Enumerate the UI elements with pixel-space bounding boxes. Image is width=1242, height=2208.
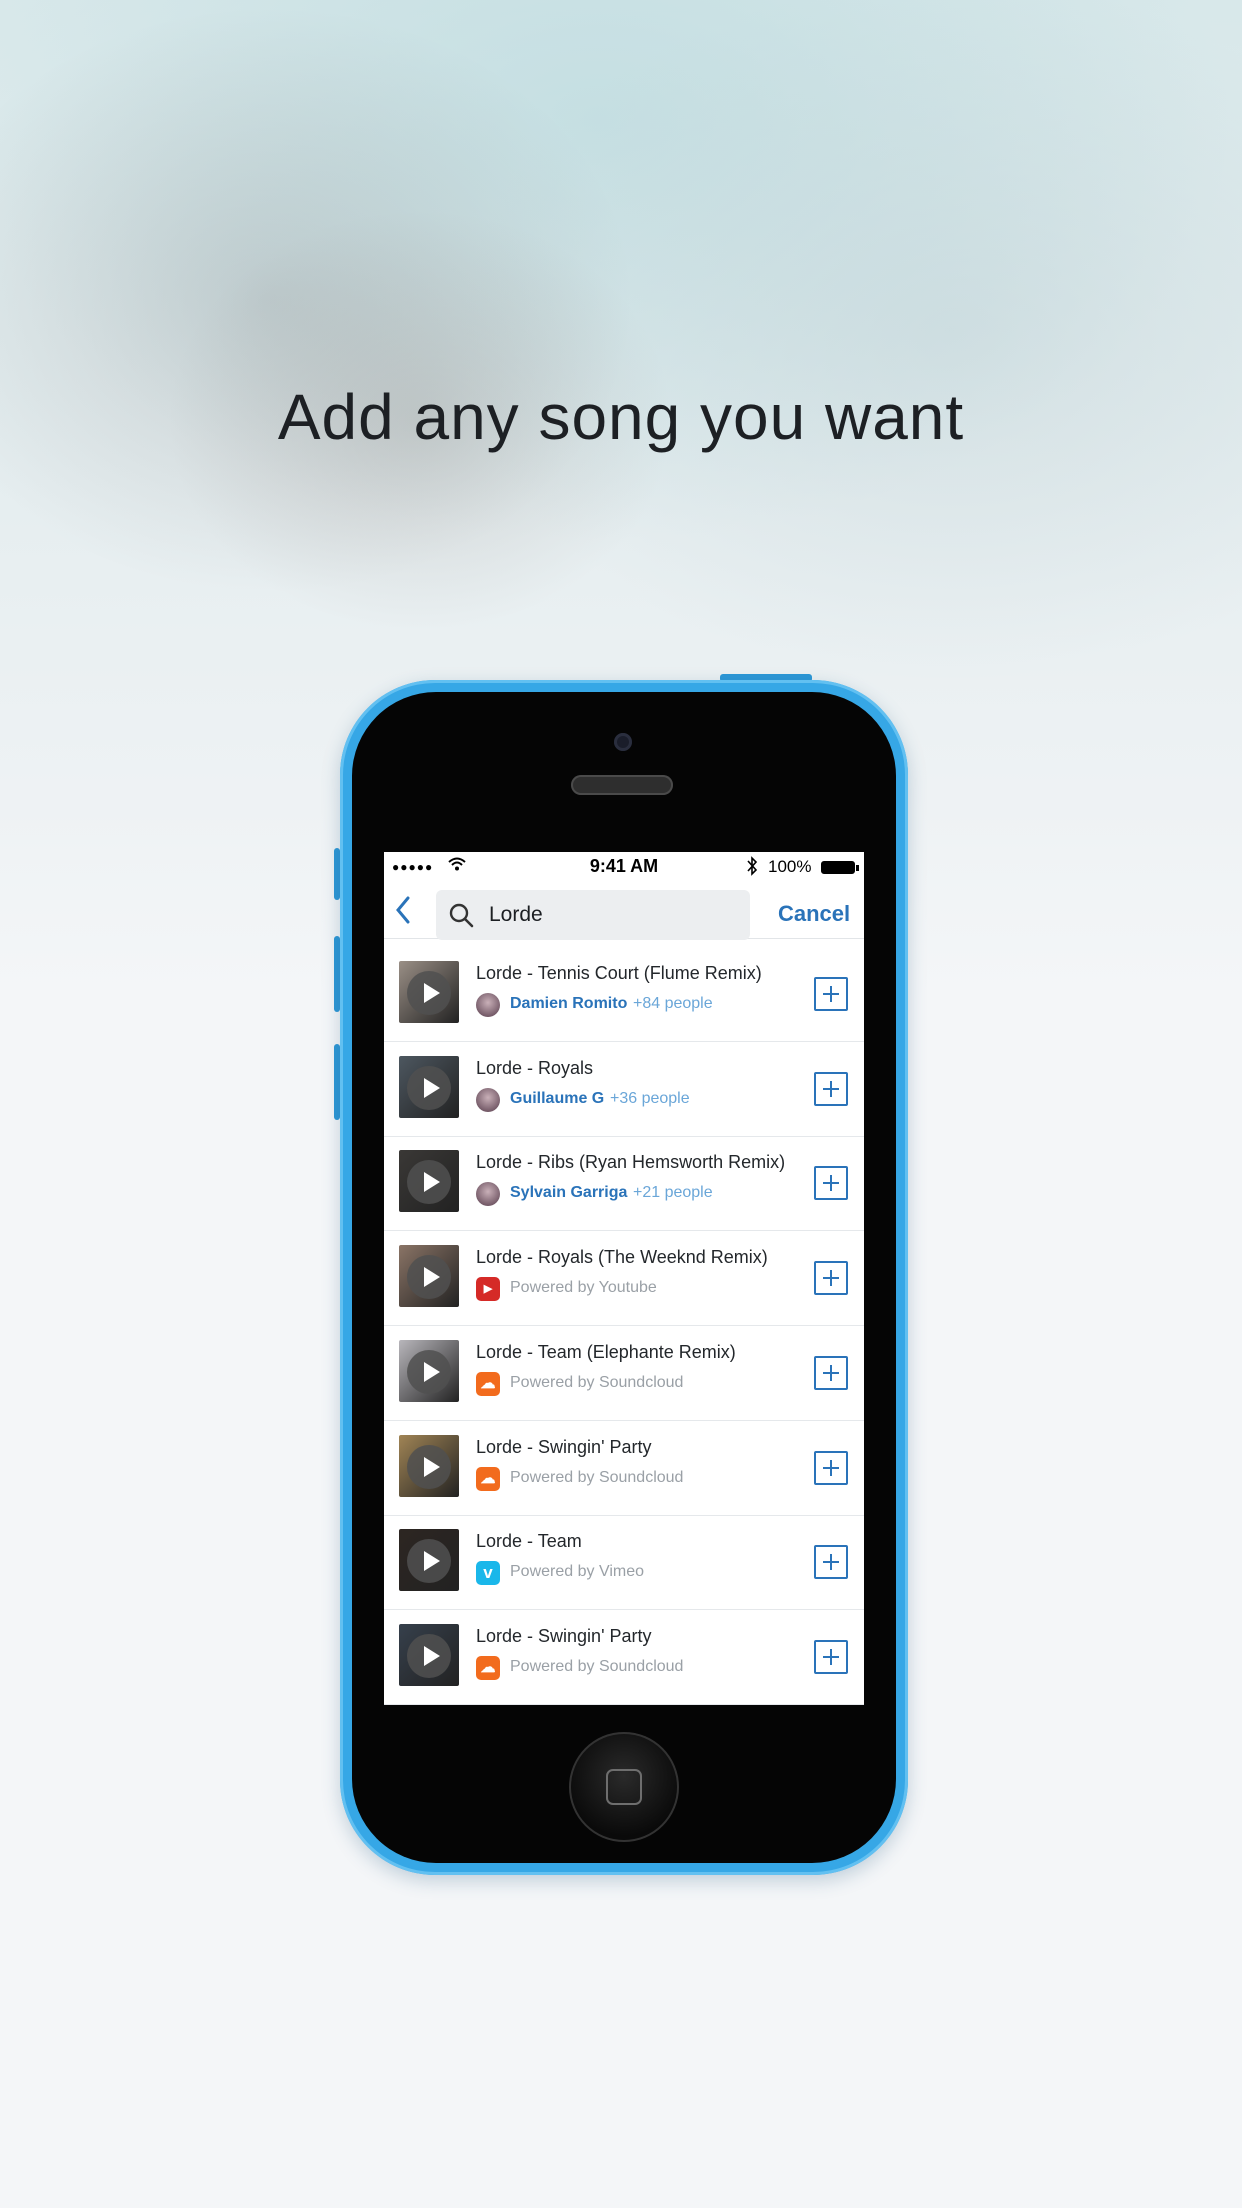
add-song-button[interactable] xyxy=(814,1355,848,1390)
add-song-button[interactable] xyxy=(814,1450,848,1485)
front-camera xyxy=(614,733,632,751)
list-item[interactable]: Lorde - Tennis Court (Flume Remix) Damien… xyxy=(384,947,864,1042)
play-triangle xyxy=(424,983,440,1003)
play-icon[interactable] xyxy=(407,1255,451,1300)
track-title: Lorde - Swingin' Party xyxy=(476,1436,652,1457)
track-title: Lorde - Team xyxy=(476,1531,582,1552)
list-item[interactable]: Lorde - Royals (The Weeknd Remix) ▶ Powere… xyxy=(384,1231,864,1327)
battery-tip xyxy=(856,865,859,871)
list-item[interactable]: Lorde - Swingin' Party ☁ Powered by Soundc… xyxy=(384,1610,864,1705)
people-count: +36 people xyxy=(610,1089,690,1107)
track-thumbnail xyxy=(399,1055,459,1118)
play-icon[interactable] xyxy=(407,1633,451,1678)
track-title: Lorde - Team (Elephante Remix) xyxy=(476,1341,736,1362)
add-song-button[interactable] xyxy=(814,1166,848,1201)
list-item[interactable]: Lorde - Team v Powered by Vimeo xyxy=(384,1515,864,1611)
play-icon[interactable] xyxy=(407,971,451,1015)
track-title: Lorde - Royals (The Weeknd Remix) xyxy=(476,1247,768,1268)
track-thumbnail xyxy=(399,961,459,1023)
battery-icon xyxy=(821,861,855,874)
user-name[interactable]: Sylvain Garriga xyxy=(510,1184,627,1202)
headline: Add any song you want xyxy=(277,381,965,453)
track-title: Lorde - Ribs (Ryan Hemsworth Remix) xyxy=(476,1152,786,1173)
user-avatar xyxy=(476,1087,500,1112)
cancel-button[interactable]: Cancel xyxy=(778,901,850,927)
play-triangle xyxy=(424,1077,440,1098)
soundcloud-icon: ☁ xyxy=(476,1371,500,1396)
play-triangle xyxy=(424,1172,440,1193)
soundcloud-icon: ☁ xyxy=(476,1655,500,1680)
track-thumbnail xyxy=(399,1339,459,1402)
play-triangle xyxy=(424,1361,440,1382)
play-triangle xyxy=(424,1551,440,1572)
track-title: Lorde - Royals xyxy=(476,1057,594,1078)
battery-percent: 100% xyxy=(768,857,812,876)
source-label: Powered by Vimeo xyxy=(510,1563,644,1581)
phone-screen: ●●●●● 9:41 AM 100% Lorde Cancel Lorde - … xyxy=(384,852,864,1705)
add-song-button[interactable] xyxy=(814,1071,848,1106)
list-item[interactable]: Lorde - Swingin' Party ☁ Powered by Soundc… xyxy=(384,1421,864,1516)
people-count: +84 people xyxy=(633,995,713,1012)
source-label: Powered by Soundcloud xyxy=(510,1468,684,1486)
user-avatar xyxy=(476,1182,500,1207)
track-thumbnail xyxy=(399,1434,459,1497)
play-triangle xyxy=(424,1645,440,1666)
play-icon[interactable] xyxy=(407,1160,451,1205)
search-query: Lorde xyxy=(489,903,543,926)
search-input[interactable]: Lorde xyxy=(436,890,750,940)
status-bar: ●●●●● 9:41 AM 100% xyxy=(384,852,864,882)
play-icon[interactable] xyxy=(407,1444,451,1489)
play-triangle xyxy=(424,1267,440,1288)
search-bar: Lorde Cancel xyxy=(384,882,864,940)
add-song-button[interactable] xyxy=(814,977,848,1011)
track-thumbnail xyxy=(399,1150,459,1213)
track-title: Lorde - Tennis Court (Flume Remix) xyxy=(476,963,762,983)
source-label: Powered by Soundcloud xyxy=(510,1657,684,1675)
people-count: +21 people xyxy=(633,1184,713,1202)
add-song-button[interactable] xyxy=(814,1545,848,1580)
track-title: Lorde - Swingin' Party xyxy=(476,1625,652,1646)
youtube-icon: ▶ xyxy=(476,1277,500,1302)
play-icon[interactable] xyxy=(407,1539,451,1584)
earpiece-speaker xyxy=(571,775,673,795)
play-icon[interactable] xyxy=(407,1349,451,1394)
play-triangle xyxy=(424,1456,440,1477)
home-square-icon xyxy=(606,1769,642,1805)
back-chevron-icon[interactable] xyxy=(392,892,422,928)
source-label: Powered by Youtube xyxy=(510,1279,657,1297)
track-thumbnail xyxy=(399,1245,459,1308)
track-thumbnail xyxy=(399,1623,459,1686)
track-thumbnail xyxy=(399,1529,459,1592)
search-icon xyxy=(448,902,474,928)
user-avatar xyxy=(476,993,500,1017)
list-item[interactable]: Lorde - Royals Guillaume G +36 people xyxy=(384,1042,864,1137)
vimeo-icon: v xyxy=(476,1561,500,1586)
add-song-button[interactable] xyxy=(814,1639,848,1674)
bluetooth-icon xyxy=(746,856,758,881)
add-song-button[interactable] xyxy=(814,1261,848,1296)
list-item[interactable]: Lorde - Team (Elephante Remix) ☁ Powered b… xyxy=(384,1326,864,1421)
home-button[interactable] xyxy=(569,1732,679,1842)
source-label: Powered by Soundcloud xyxy=(510,1373,684,1391)
soundcloud-icon: ☁ xyxy=(476,1466,500,1491)
user-name[interactable]: Damien Romito xyxy=(510,995,627,1013)
play-icon[interactable] xyxy=(407,1065,451,1110)
user-name[interactable]: Guillaume G xyxy=(510,1090,604,1108)
list-item[interactable]: Lorde - Ribs (Ryan Hemsworth Remix) Sylva… xyxy=(384,1136,864,1232)
